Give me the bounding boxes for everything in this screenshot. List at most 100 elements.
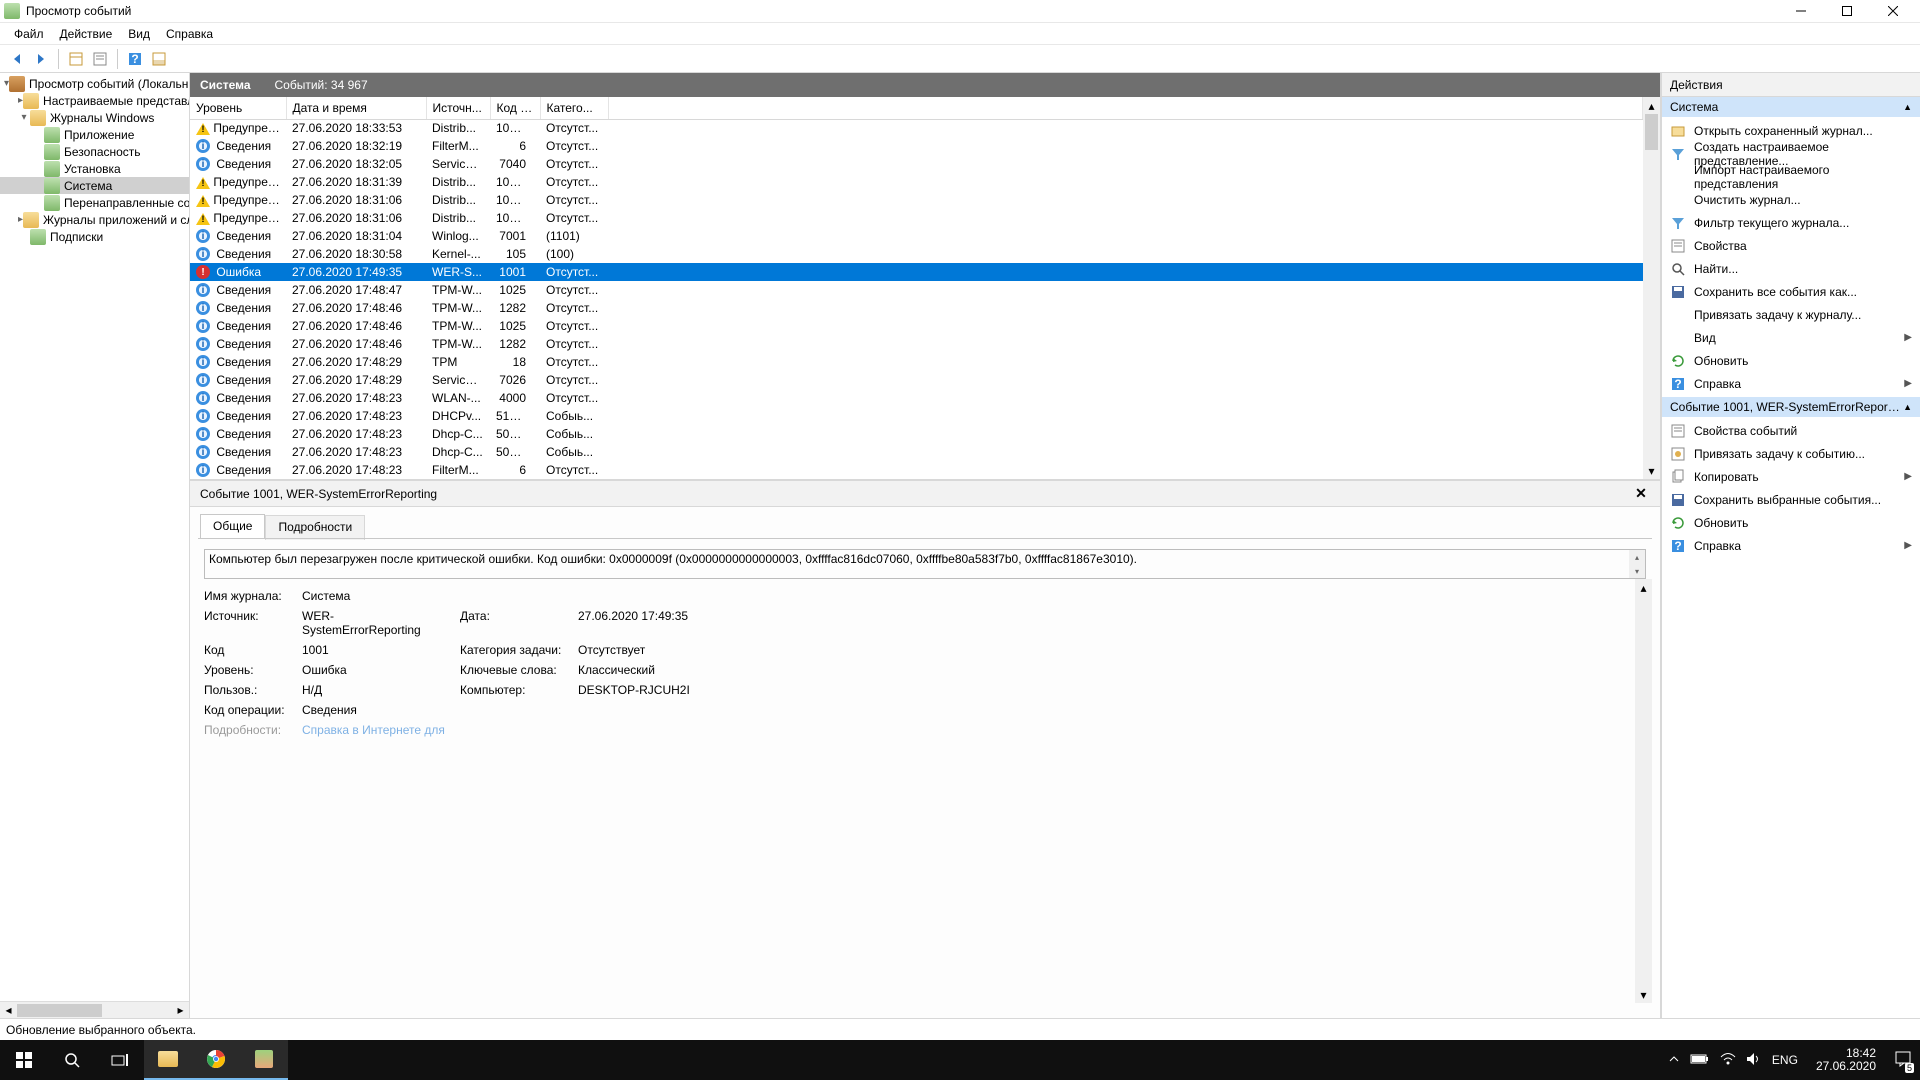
action-label: Справка [1694, 539, 1741, 553]
warning-icon [196, 123, 210, 135]
scroll-down-icon[interactable]: ▾ [1635, 986, 1652, 1003]
event-row[interactable]: Сведения27.06.2020 17:48:46TPM-W...1282О… [190, 299, 1643, 317]
lbl-level: Уровень: [204, 663, 294, 677]
action-Сохранить выбранные события...[interactable]: Сохранить выбранные события... [1662, 488, 1920, 511]
scroll-up-icon[interactable]: ▴ [1643, 97, 1660, 114]
explorer-button[interactable] [144, 1040, 192, 1080]
taskview-button[interactable] [96, 1040, 144, 1080]
action-Импорт настраиваемого представления[interactable]: Импорт настраиваемого представления [1662, 165, 1920, 188]
column-header[interactable]: Уровень [190, 97, 286, 119]
action-Вид[interactable]: Вид▶ [1662, 326, 1920, 349]
column-header[interactable]: Источн... [426, 97, 490, 119]
column-header[interactable]: Дата и время [286, 97, 426, 119]
action-Справка[interactable]: ?Справка▶ [1662, 372, 1920, 395]
action-Фильтр текущего журнала...[interactable]: Фильтр текущего журнала... [1662, 211, 1920, 234]
event-row[interactable]: Сведения27.06.2020 17:48:23FilterM...6От… [190, 461, 1643, 479]
desc-scrollbar[interactable]: ▴▾ [1629, 550, 1645, 578]
help-icon[interactable]: ? [124, 48, 146, 70]
action-Сохранить все события как...[interactable]: Сохранить все события как... [1662, 280, 1920, 303]
event-row[interactable]: Предупрежд..27.06.2020 18:31:06Distrib..… [190, 209, 1643, 227]
maximize-button[interactable] [1824, 0, 1870, 23]
event-row[interactable]: Сведения27.06.2020 17:48:29TPM18Отсутст.… [190, 353, 1643, 371]
scroll-left-icon[interactable]: ◂ [0, 1002, 17, 1019]
tree-log-Безопасность[interactable]: Безопасность [0, 143, 189, 160]
event-row[interactable]: Сведения27.06.2020 17:48:46TPM-W...1282О… [190, 335, 1643, 353]
event-row[interactable]: Сведения27.06.2020 17:48:23Dhcp-C...5010… [190, 425, 1643, 443]
menu-file[interactable]: Файл [6, 25, 52, 43]
show-tree-icon[interactable] [65, 48, 87, 70]
action-Свойства событий[interactable]: Свойства событий [1662, 419, 1920, 442]
menu-view[interactable]: Вид [120, 25, 158, 43]
tree-root[interactable]: ▾Просмотр событий (Локальный [0, 75, 189, 92]
action-Найти...[interactable]: Найти... [1662, 257, 1920, 280]
event-row[interactable]: Сведения27.06.2020 17:48:46TPM-W...1025О… [190, 317, 1643, 335]
action-Привязать задачу к журналу...[interactable]: Привязать задачу к журналу... [1662, 303, 1920, 326]
language-indicator[interactable]: ENG [1772, 1053, 1798, 1067]
actions-section-system[interactable]: Система▲ [1662, 97, 1920, 117]
event-row[interactable]: Сведения27.06.2020 17:48:47TPM-W...1025О… [190, 281, 1643, 299]
event-row[interactable]: Сведения27.06.2020 17:48:23DHCPv...51046… [190, 407, 1643, 425]
tray-chevron-icon[interactable] [1668, 1053, 1680, 1068]
event-list[interactable]: УровеньДата и времяИсточн...Код со...Кат… [190, 97, 1643, 479]
action-Справка[interactable]: ?Справка▶ [1662, 534, 1920, 557]
event-row[interactable]: Сведения27.06.2020 18:32:05Service ...70… [190, 155, 1643, 173]
event-row[interactable]: Сведения27.06.2020 18:30:58Kernel-...105… [190, 245, 1643, 263]
scroll-right-icon[interactable]: ▸ [172, 1002, 189, 1019]
forward-button[interactable] [30, 48, 52, 70]
event-row[interactable]: Сведения27.06.2020 18:32:19FilterM...6От… [190, 137, 1643, 155]
event-row[interactable]: Сведения27.06.2020 17:48:29Service ...70… [190, 371, 1643, 389]
scroll-down-icon[interactable]: ▾ [1643, 462, 1660, 479]
eventviewer-button[interactable] [240, 1040, 288, 1080]
tab-general[interactable]: Общие [200, 514, 265, 539]
event-row[interactable]: Сведения27.06.2020 17:48:23WLAN-...4000О… [190, 389, 1643, 407]
tree-hscrollbar[interactable]: ◂ ▸ [0, 1001, 189, 1018]
tab-details[interactable]: Подробности [265, 515, 365, 540]
battery-icon[interactable] [1690, 1053, 1710, 1068]
tree-log-Приложение[interactable]: Приложение [0, 126, 189, 143]
tree-label: Установка [64, 162, 121, 176]
action-Копировать[interactable]: Копировать▶ [1662, 465, 1920, 488]
notifications-button[interactable]: 5 [1894, 1050, 1912, 1071]
tree-label: Перенаправленные собы [64, 196, 190, 210]
preview-icon[interactable] [148, 48, 170, 70]
start-button[interactable] [0, 1040, 48, 1080]
event-row[interactable]: Предупрежд..27.06.2020 18:33:53Distrib..… [190, 119, 1643, 137]
volume-icon[interactable] [1746, 1052, 1762, 1069]
properties-icon[interactable] [89, 48, 111, 70]
action-Обновить[interactable]: Обновить [1662, 349, 1920, 372]
val-moreinfo[interactable]: Справка в Интернете для [302, 723, 452, 737]
detail-close-button[interactable]: ✕ [1632, 485, 1650, 502]
clock[interactable]: 18:42 27.06.2020 [1808, 1047, 1884, 1073]
minimize-button[interactable] [1778, 0, 1824, 23]
action-Обновить[interactable]: Обновить [1662, 511, 1920, 534]
tree-app-logs[interactable]: ▸Журналы приложений и слу [0, 211, 189, 228]
wifi-icon[interactable] [1720, 1052, 1736, 1069]
event-row[interactable]: Предупрежд..27.06.2020 18:31:06Distrib..… [190, 191, 1643, 209]
list-vscrollbar[interactable]: ▴ ▾ [1643, 97, 1660, 479]
scroll-up-icon[interactable]: ▴ [1635, 579, 1652, 596]
search-button[interactable] [48, 1040, 96, 1080]
event-row[interactable]: Сведения27.06.2020 18:31:04Winlog...7001… [190, 227, 1643, 245]
event-row[interactable]: Предупрежд..27.06.2020 18:31:39Distrib..… [190, 173, 1643, 191]
close-button[interactable] [1870, 0, 1916, 23]
actions-section-event[interactable]: Событие 1001, WER-SystemErrorReporting▲ [1662, 397, 1920, 417]
column-header[interactable]: Код со... [490, 97, 540, 119]
tree-log-Установка[interactable]: Установка [0, 160, 189, 177]
event-row[interactable]: Сведения27.06.2020 17:48:23Dhcp-C...5003… [190, 443, 1643, 461]
tree-custom-views[interactable]: ▸Настраиваемые представлен [0, 92, 189, 109]
tree-subscriptions[interactable]: Подписки [0, 228, 189, 245]
tree-log-Система[interactable]: Система [0, 177, 189, 194]
back-button[interactable] [6, 48, 28, 70]
tree-windows-logs[interactable]: ▾Журналы Windows [0, 109, 189, 126]
event-row[interactable]: Ошибка27.06.2020 17:49:35WER-S...1001Отс… [190, 263, 1643, 281]
menu-help[interactable]: Справка [158, 25, 221, 43]
menu-action[interactable]: Действие [52, 25, 121, 43]
chrome-button[interactable] [192, 1040, 240, 1080]
action-Очистить журнал...[interactable]: Очистить журнал... [1662, 188, 1920, 211]
action-Привязать задачу к событию...[interactable]: Привязать задачу к событию... [1662, 442, 1920, 465]
detail-vscrollbar[interactable]: ▴ ▾ [1635, 579, 1652, 1003]
eventviewer-icon [255, 1050, 273, 1068]
action-Свойства[interactable]: Свойства [1662, 234, 1920, 257]
tree-log-Перенаправленные собы[interactable]: Перенаправленные собы [0, 194, 189, 211]
column-header[interactable]: Катего... [540, 97, 608, 119]
